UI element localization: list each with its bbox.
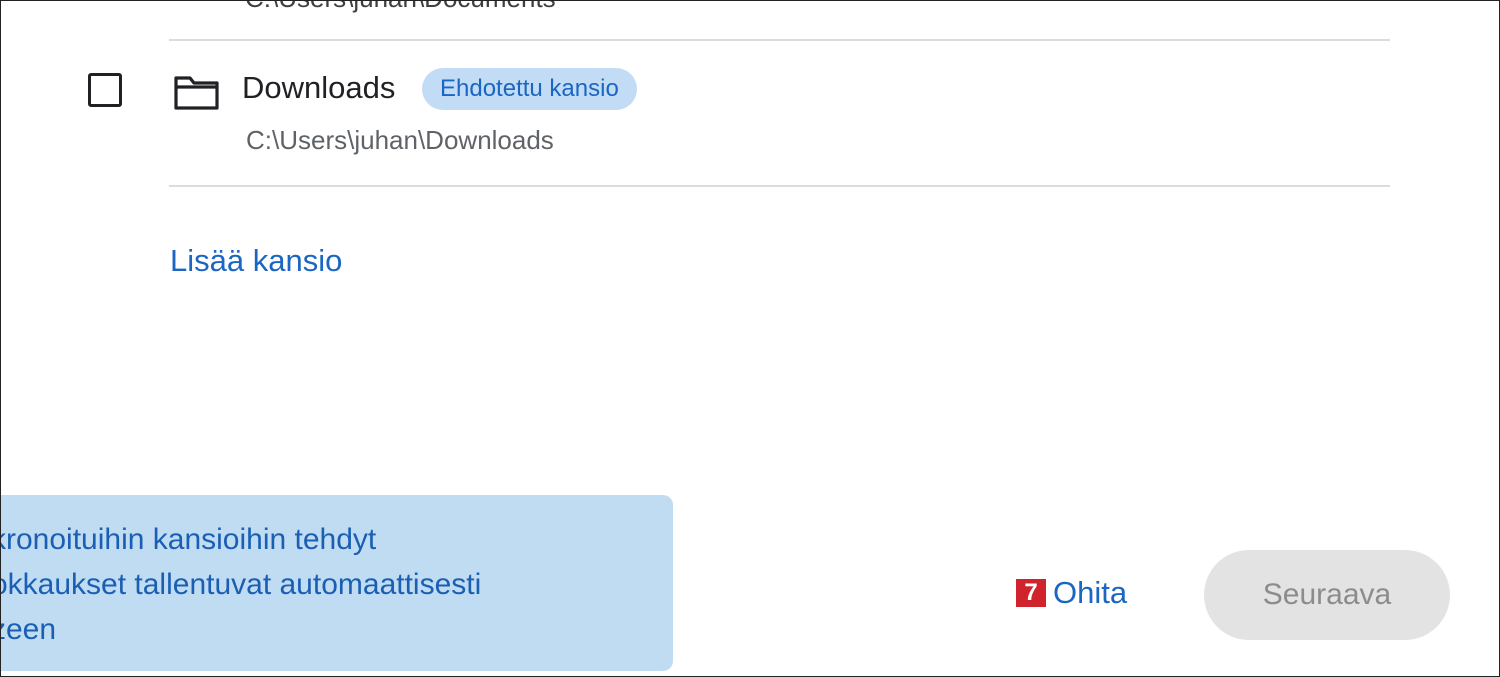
skip-button[interactable]: Ohita — [1053, 575, 1127, 611]
folder-icon — [173, 72, 221, 112]
info-tooltip: kronoituihin kansioihin tehdyt okkaukset… — [0, 495, 673, 671]
dialog-window: C:\Users\juhan\Documents Downloads Ehdot… — [0, 0, 1500, 677]
divider — [169, 39, 1390, 41]
divider — [169, 185, 1390, 187]
previous-folder-path: C:\Users\juhan\Documents — [245, 1, 556, 14]
next-button[interactable]: Seuraava — [1204, 550, 1450, 640]
tooltip-line: kronoituihin kansioihin tehdyt — [0, 523, 377, 556]
folder-name: Downloads — [242, 70, 396, 105]
step-number-badge: 7 — [1016, 579, 1046, 607]
tooltip-line: okkaukset tallentuvat automaattisesti — [0, 568, 482, 601]
add-folder-link[interactable]: Lisää kansio — [170, 243, 342, 279]
folder-checkbox[interactable] — [88, 73, 122, 107]
suggested-folder-badge: Ehdotettu kansio — [422, 68, 637, 110]
tooltip-line: zeen — [1, 613, 57, 646]
folder-path: C:\Users\juhan\Downloads — [246, 125, 554, 155]
